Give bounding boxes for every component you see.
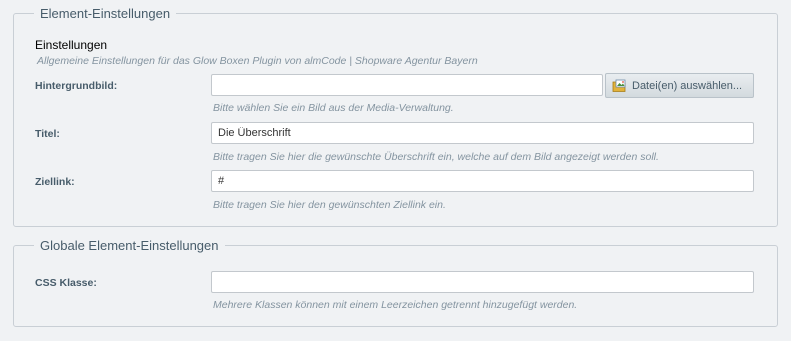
section-title: Einstellungen (35, 38, 108, 52)
css-class-label: CSS Klasse: (35, 277, 97, 289)
target-link-input[interactable] (211, 170, 754, 192)
title-label: Titel: (35, 128, 60, 140)
title-help: Bitte tragen Sie hier die gewünschte Übe… (213, 151, 659, 163)
target-link-help: Bitte tragen Sie hier den gewünschten Zi… (213, 199, 446, 211)
element-settings-legend: Element-Einstellungen (34, 6, 177, 22)
target-link-label: Ziellink: (35, 176, 75, 188)
section-description: Allgemeine Einstellungen für das Glow Bo… (37, 55, 478, 67)
background-image-help: Bitte wählen Sie ein Bild aus der Media-… (213, 102, 454, 114)
element-settings-fieldset: Element-Einstellungen Einstellungen Allg… (13, 6, 778, 227)
background-image-input[interactable] (211, 74, 603, 96)
background-image-label: Hintergrundbild: (35, 80, 118, 92)
select-files-button[interactable]: Datei(en) auswählen... (605, 73, 754, 98)
css-class-help: Mehrere Klassen können mit einem Leerzei… (213, 299, 578, 311)
global-settings-legend: Globale Element-Einstellungen (34, 238, 225, 254)
css-class-input[interactable] (211, 271, 754, 293)
global-settings-fieldset: Globale Element-Einstellungen CSS Klasse… (13, 238, 778, 327)
select-files-button-label: Datei(en) auswählen... (632, 79, 743, 92)
title-input[interactable] (211, 122, 754, 144)
image-folder-icon (612, 79, 626, 92)
